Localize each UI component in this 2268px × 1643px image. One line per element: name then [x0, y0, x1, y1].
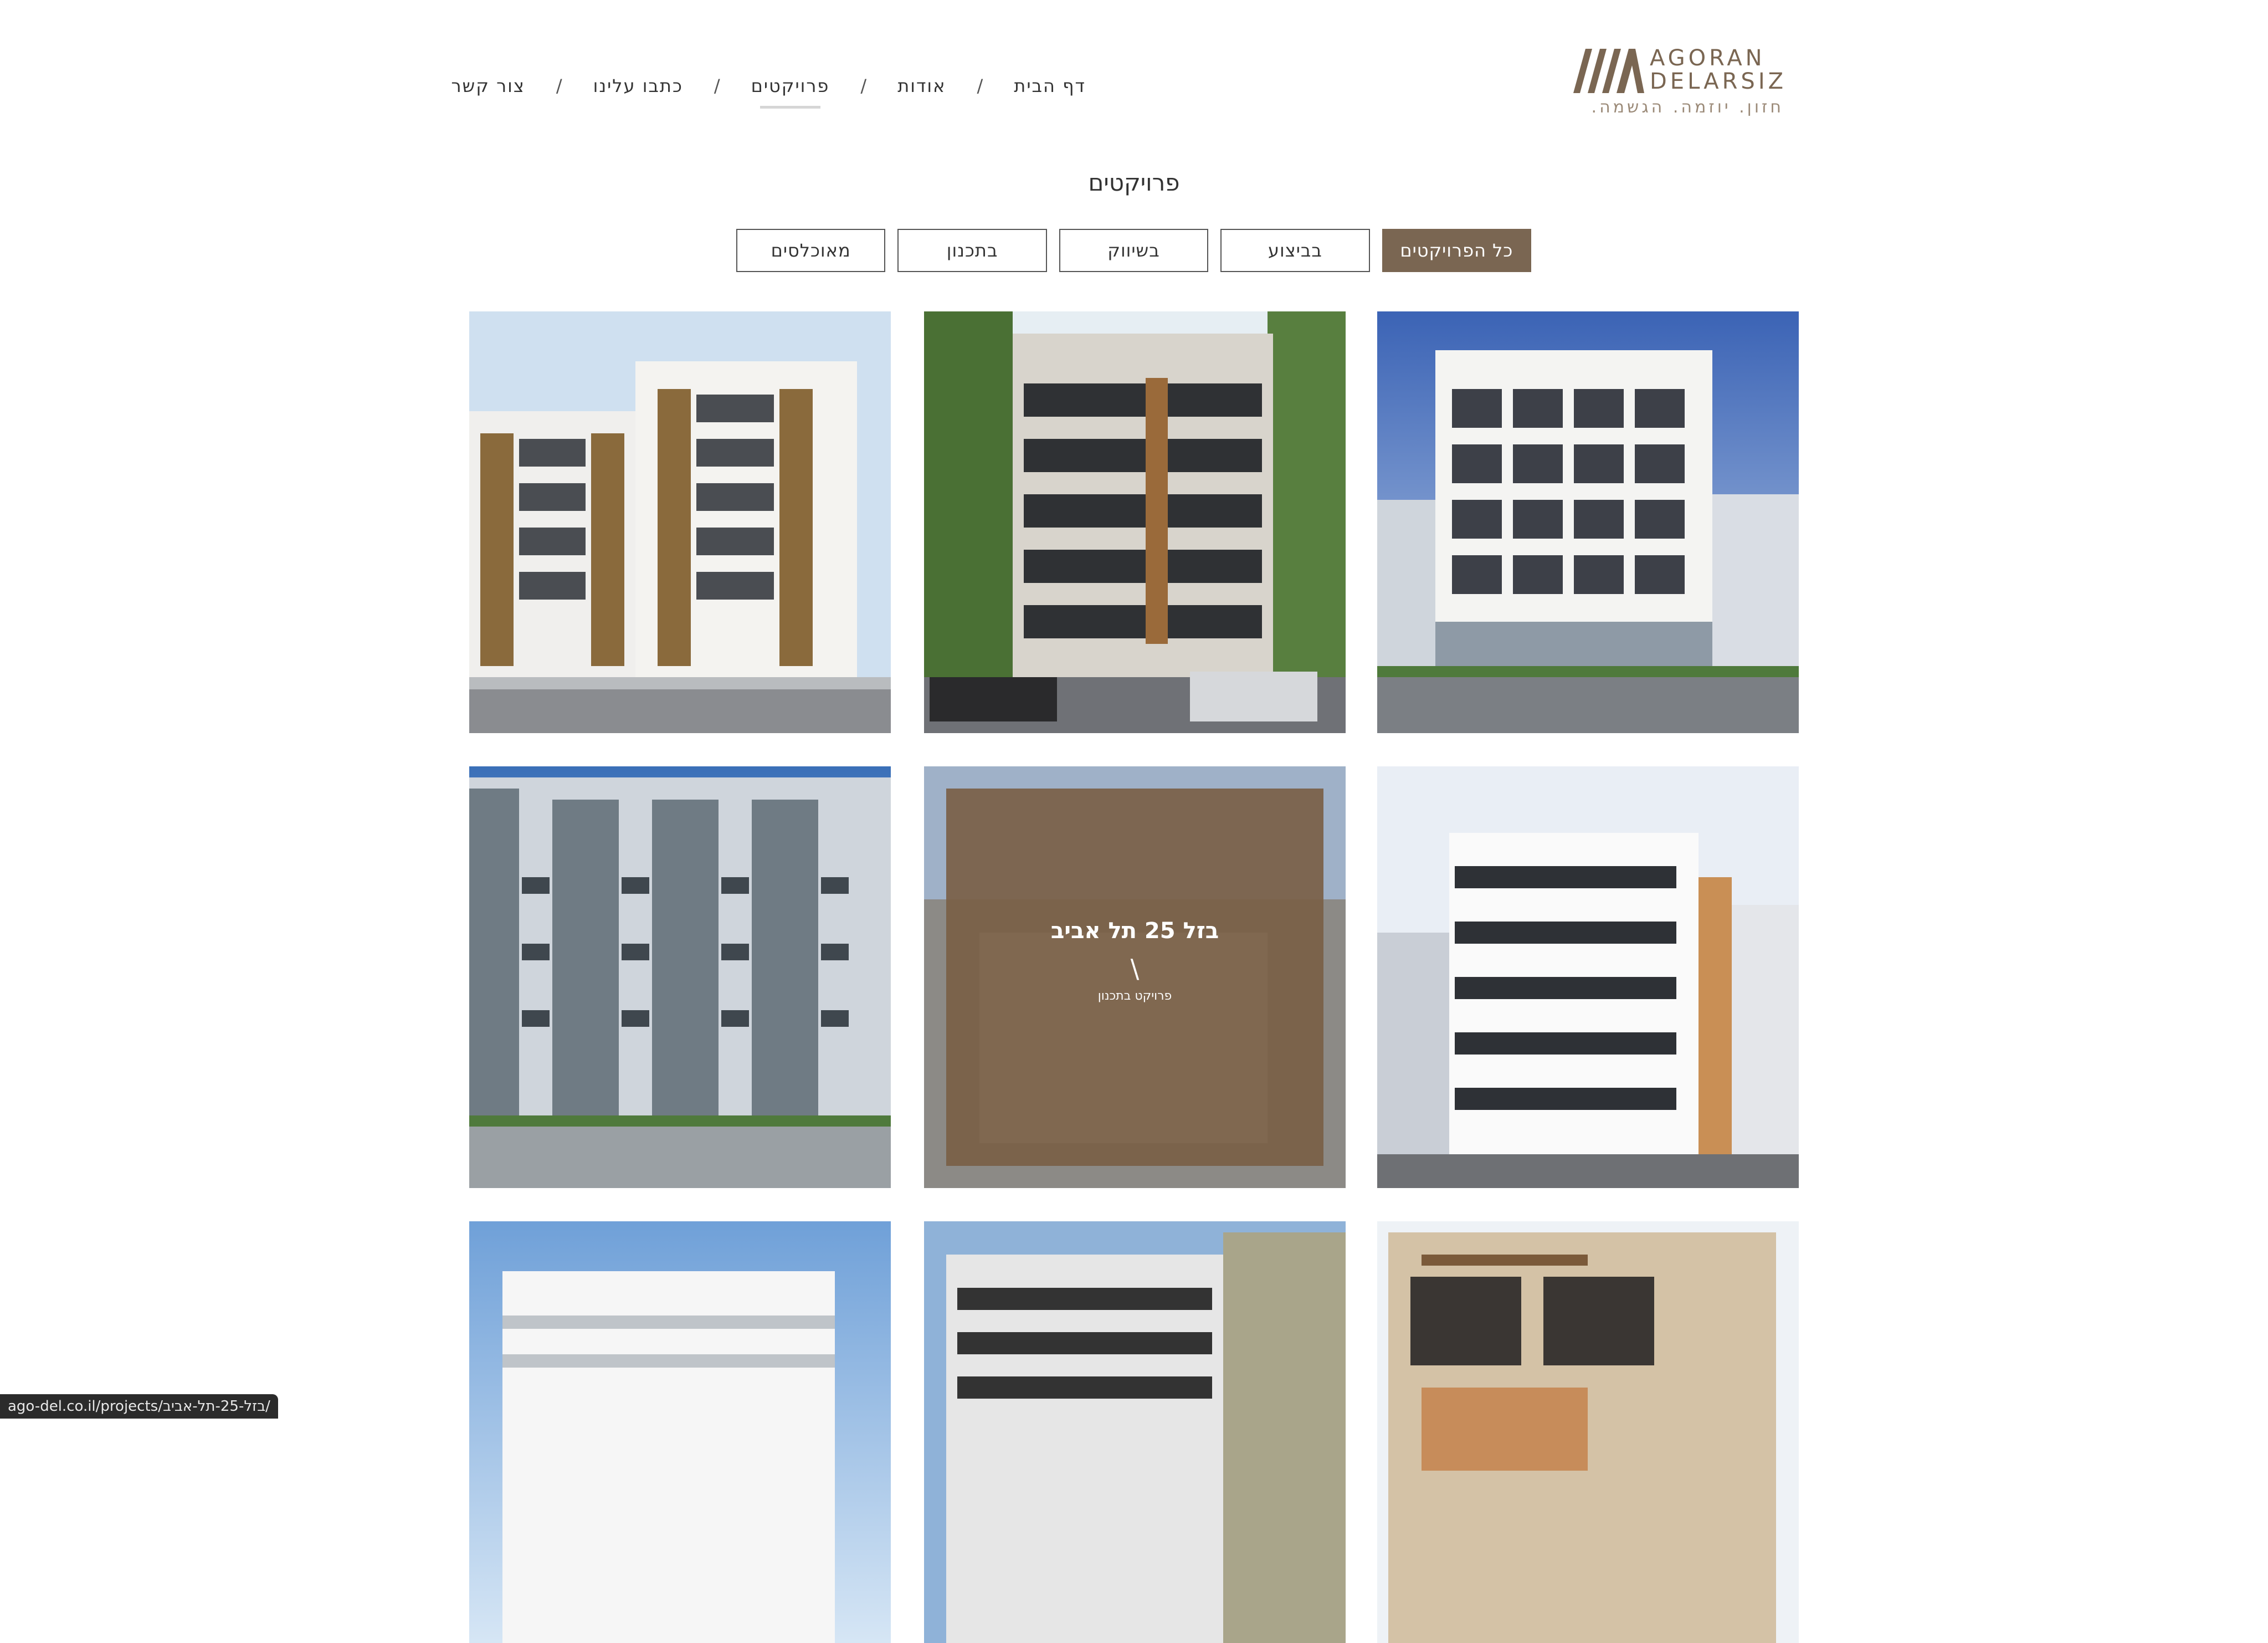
project-card[interactable]	[1377, 311, 1799, 733]
logo-mark-icon	[1573, 49, 1644, 93]
project-divider: \	[1130, 954, 1140, 984]
project-image	[469, 311, 891, 733]
project-image	[469, 1221, 891, 1643]
project-card[interactable]	[924, 1221, 1346, 1643]
project-card-hovered[interactable]: בזל 25 תל אביב \ פרויקט בתכנון	[924, 766, 1346, 1188]
nav-separator: /	[860, 75, 867, 96]
project-card[interactable]	[924, 311, 1346, 733]
project-status: פרויקט בתכנון	[1097, 989, 1172, 1003]
page-title: פרויקטים	[1088, 169, 1180, 196]
brand-tagline: חזון. יוזמה. הגשמה.	[1591, 98, 1784, 117]
nav-separator: /	[714, 75, 720, 96]
nav-item-contact[interactable]: צור קשר	[434, 75, 541, 96]
project-image	[924, 1221, 1346, 1643]
project-image	[1377, 766, 1799, 1188]
project-card[interactable]	[1377, 1221, 1799, 1643]
nav-item-about[interactable]: אודות	[881, 75, 962, 96]
main-nav: דף הבית / אודות / פרויקטים / כתבו עלינו …	[451, 69, 1102, 109]
filter-in-construction-button[interactable]: בביצוע	[1220, 229, 1370, 272]
project-image	[1377, 1221, 1799, 1643]
project-card[interactable]	[469, 1221, 891, 1643]
nav-separator: /	[556, 75, 562, 96]
project-image	[469, 766, 891, 1188]
filter-occupied-button[interactable]: מאוכלסים	[736, 229, 886, 272]
project-card[interactable]	[469, 766, 891, 1188]
brand-logo[interactable]: AGORAN DELARSIZ חזון. יוזמה. הגשמה.	[1573, 45, 1787, 117]
project-image	[924, 311, 1346, 733]
nav-item-projects[interactable]: פרויקטים	[735, 75, 846, 109]
nav-item-home[interactable]: דף הבית	[997, 75, 1102, 96]
project-title: בזל 25 תל אביב	[1050, 918, 1219, 944]
filter-all-button[interactable]: כל הפרויקטים	[1382, 229, 1531, 272]
nav-item-press[interactable]: כתבו עלינו	[577, 75, 700, 96]
project-card[interactable]	[469, 311, 891, 733]
brand-name-line1: AGORAN	[1650, 45, 1766, 71]
project-card[interactable]	[1377, 766, 1799, 1188]
filter-on-sale-button[interactable]: בשיווק	[1059, 229, 1209, 272]
browser-status-bar: ago-del.co.il/projects/בזל-25-תל-אביב/	[0, 1394, 278, 1419]
project-filters: כל הפרויקטים בביצוע בשיווק בתכנון מאוכלס…	[736, 229, 1531, 274]
filter-planning-button[interactable]: בתכנון	[897, 229, 1047, 272]
project-image	[1377, 311, 1799, 733]
nav-separator: /	[977, 75, 983, 96]
project-hover-overlay[interactable]: בזל 25 תל אביב \ פרויקט בתכנון	[946, 789, 1323, 1166]
brand-name-line2: DELARSIZ	[1650, 69, 1787, 94]
